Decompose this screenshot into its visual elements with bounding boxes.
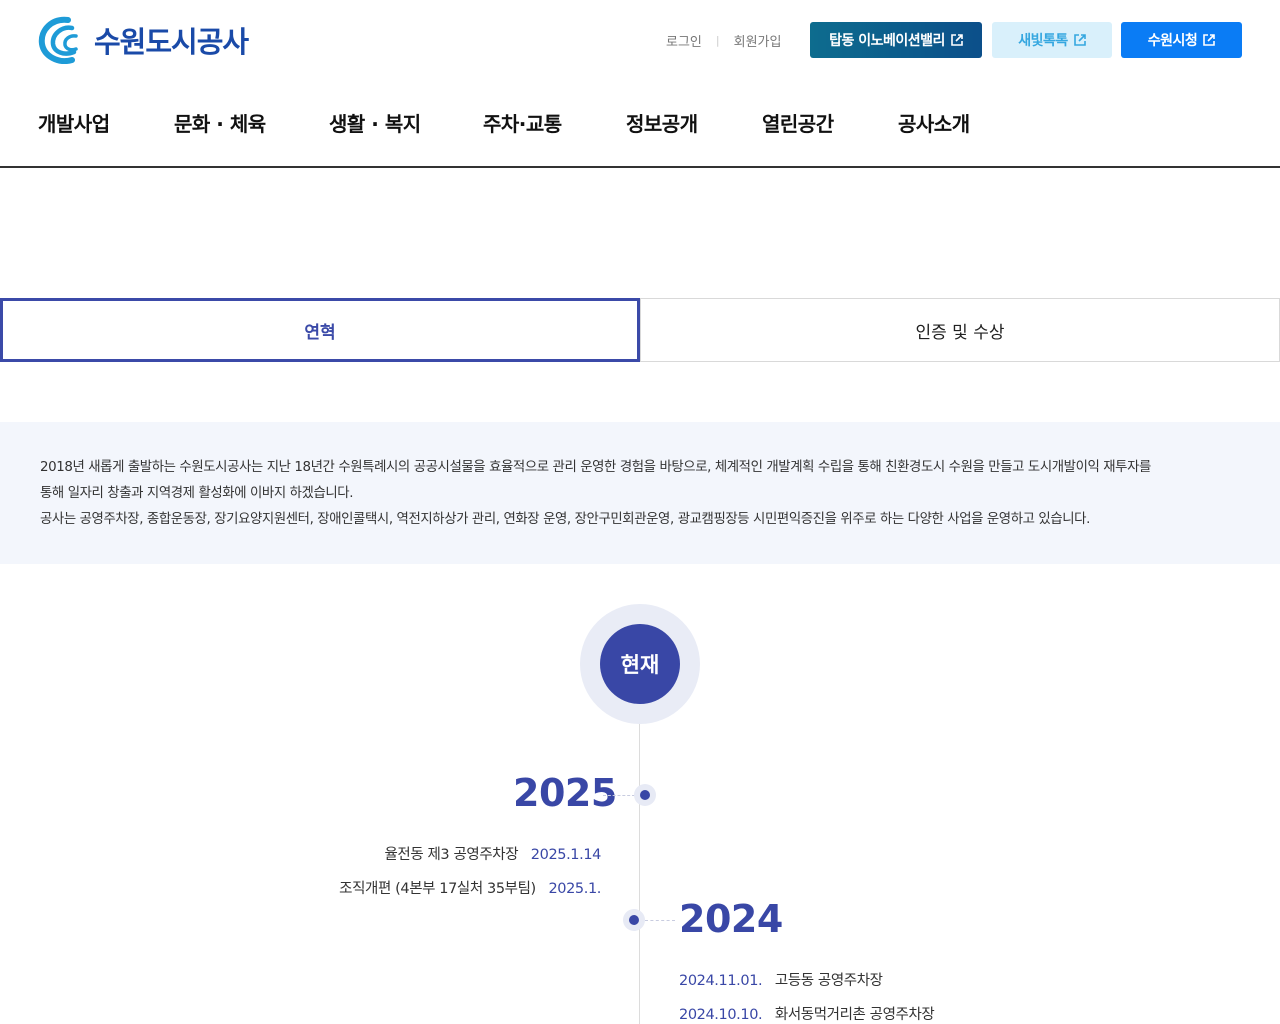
content-tabs: 연혁 인증 및 수상 <box>0 298 1280 362</box>
intro-text-line: 2018년 새롭게 출발하는 수원도시공사는 지난 18년간 수원특례시의 공공… <box>40 460 1151 475</box>
nav-open-space[interactable]: 열린공간 <box>762 108 898 137</box>
entry-text: 화서동먹거리촌 공영주차장 <box>774 1007 935 1023</box>
now-badge: 현재 <box>600 624 680 704</box>
entry-date: 2025.1. <box>548 881 601 897</box>
intro-box: 2018년 새롭게 출발하는 수원도시공사는 지난 18년간 수원특례시의 공공… <box>0 422 1280 564</box>
entry-text: 율전동 제3 공영주차장 <box>384 847 519 863</box>
saebit-talk-label: 새빛톡톡 <box>1018 33 1068 49</box>
suwon-city-label: 수원시청 <box>1147 33 1198 49</box>
site-header: 수원도시공사 로그인 | 회원가입 탑동 이노베이션밸리 새빛톡톡 수원시청 개… <box>0 0 1280 168</box>
saebit-talk-button[interactable]: 새빛톡톡 <box>992 22 1112 58</box>
external-link-icon <box>951 34 963 46</box>
year-connector <box>603 795 635 796</box>
innovation-valley-button[interactable]: 탑동 이노베이션밸리 <box>810 22 982 58</box>
nav-info-disclosure[interactable]: 정보공개 <box>626 108 762 137</box>
innovation-valley-label: 탑동 이노베이션밸리 <box>829 33 945 49</box>
entry-text: 고등동 공영주차장 <box>774 973 883 989</box>
login-link[interactable]: 로그인 <box>666 31 702 50</box>
nav-life-welfare[interactable]: 생활 · 복지 <box>329 108 483 137</box>
entry-date: 2025.1.14 <box>530 847 602 863</box>
site-logo[interactable]: 수원도시공사 <box>38 16 249 64</box>
logo-swirl-icon <box>38 16 78 64</box>
year-heading-2024: 2024 <box>679 897 783 941</box>
external-link-icon <box>1073 34 1086 46</box>
timeline-dot <box>634 784 656 806</box>
logo-text: 수원도시공사 <box>94 25 249 59</box>
timeline-dot <box>623 909 645 931</box>
intro-text-line: 통해 일자리 창출과 지역경제 활성화에 이바지 하겠습니다. <box>40 486 354 501</box>
entry-date: 2024.10.10. <box>679 1007 763 1023</box>
intro-text-line: 공사는 공영주차장, 종합운동장, 장기요양지원센터, 장애인콜택시, 역전지하… <box>40 512 1090 527</box>
util-separator: | <box>715 34 720 47</box>
timeline-entry: 율전동 제3 공영주차장 2025.1.14 <box>384 843 601 864</box>
nav-about[interactable]: 공사소개 <box>898 108 998 137</box>
timeline-axis <box>639 722 640 1024</box>
suwon-city-button[interactable]: 수원시청 <box>1121 22 1242 58</box>
tab-history[interactable]: 연혁 <box>0 298 640 362</box>
nav-parking-traffic[interactable]: 주차·교통 <box>483 108 626 137</box>
entry-text: 조직개편 (4본부 17실처 35부팀) <box>339 881 536 897</box>
year-connector <box>645 920 675 921</box>
main-navigation: 개발사업 문화 · 체육 생활 · 복지 주차·교통 정보공개 열린공간 공사소… <box>38 108 998 137</box>
nav-development[interactable]: 개발사업 <box>38 108 174 137</box>
entry-date: 2024.11.01. <box>679 973 763 989</box>
nav-culture-sports[interactable]: 문화 · 체육 <box>174 108 329 137</box>
tab-certification-awards[interactable]: 인증 및 수상 <box>640 298 1280 362</box>
external-link-icon <box>1203 34 1216 46</box>
join-link[interactable]: 회원가입 <box>734 31 782 50</box>
timeline-entry: 2024.10.10. 화서동먹거리촌 공영주차장 <box>679 1003 935 1024</box>
timeline-entry: 2024.11.01. 고등동 공영주차장 <box>679 969 883 990</box>
timeline-entry: 조직개편 (4본부 17실처 35부팀) 2025.1. <box>339 877 601 898</box>
year-heading-2025: 2025 <box>513 771 617 815</box>
util-menu: 로그인 | 회원가입 <box>666 31 781 50</box>
